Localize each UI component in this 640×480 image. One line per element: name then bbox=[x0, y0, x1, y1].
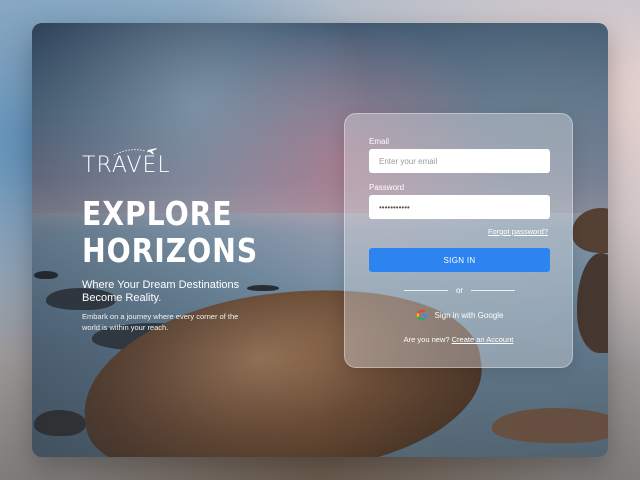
hero-description: Embark on a journey where every corner o… bbox=[82, 312, 239, 332]
google-button-label: Sign in with Google bbox=[434, 310, 504, 320]
headline-line: HORIZONS bbox=[82, 231, 259, 270]
login-panel: Email Password Forgot password? SIGN IN … bbox=[344, 113, 573, 368]
divider-line bbox=[471, 289, 516, 291]
forgot-password-link[interactable]: Forgot password? bbox=[488, 227, 548, 236]
hero-headline: EXPLORE HORIZONS bbox=[82, 194, 259, 270]
login-card: TRAVEL EXPLORE HORIZONS Where Your Dream… bbox=[32, 23, 608, 457]
or-divider: or bbox=[369, 284, 550, 296]
google-sign-in-button[interactable]: Sign in with Google bbox=[369, 306, 550, 324]
divider-text: or bbox=[455, 285, 464, 295]
register-prompt-text: Are you new? bbox=[403, 335, 450, 344]
brand-logo: TRAVEL bbox=[82, 148, 171, 179]
headline-line: EXPLORE bbox=[82, 194, 233, 233]
divider-line bbox=[403, 289, 448, 291]
create-account-link[interactable]: Create an Account bbox=[452, 335, 514, 344]
email-field[interactable] bbox=[369, 149, 550, 173]
hero-subtitle: Where Your Dream Destinations Become Rea… bbox=[82, 279, 240, 304]
sign-in-button[interactable]: SIGN IN bbox=[369, 248, 550, 272]
password-field[interactable] bbox=[369, 195, 550, 219]
password-label: Password bbox=[369, 183, 405, 192]
google-icon bbox=[416, 309, 427, 321]
register-prompt: Are you new? Create an Account bbox=[345, 335, 572, 344]
email-label: Email bbox=[369, 137, 390, 146]
airplane-icon bbox=[113, 148, 157, 156]
